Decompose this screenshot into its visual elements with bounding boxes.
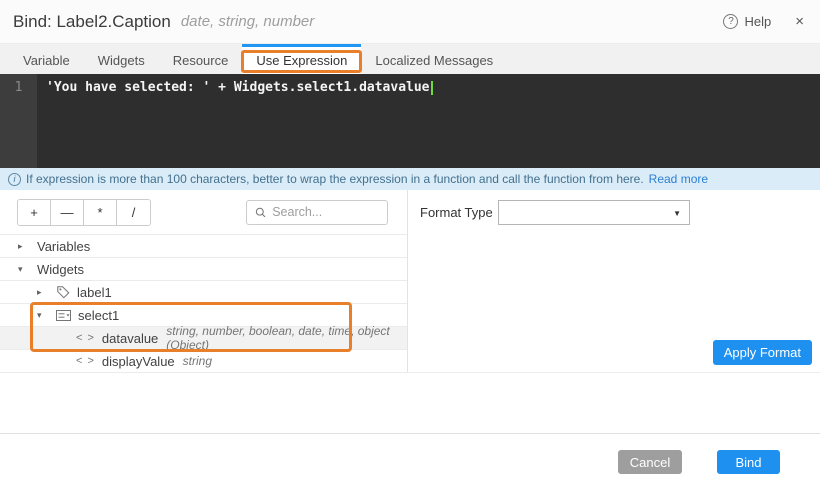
search-input[interactable] (272, 205, 379, 219)
code-line[interactable]: 'You have selected: ' + Widgets.select1.… (37, 74, 433, 168)
plus-operator-button[interactable]: + (18, 200, 51, 225)
select-widget-icon (56, 310, 71, 321)
tree-toolbar: + — * / (0, 190, 407, 234)
expression-editor[interactable]: 1 'You have selected: ' + Widgets.select… (0, 74, 820, 168)
page-title: Bind: Label2.Caption (13, 12, 171, 32)
dialog-header: Bind: Label2.Caption date, string, numbe… (0, 0, 820, 44)
caret-right-icon[interactable]: ▸ (18, 241, 30, 252)
tree-item-label: Variables (37, 239, 90, 254)
tree-item-displayvalue[interactable]: < > displayValue string (0, 350, 407, 373)
tree-item-variables[interactable]: ▸ Variables (0, 235, 407, 258)
help-label: Help (744, 14, 771, 29)
code-brackets-icon: < > (76, 355, 95, 367)
format-type-select[interactable]: ▼ (498, 200, 690, 225)
tab-localized-messages[interactable]: Localized Messages (361, 44, 507, 74)
apply-format-row: Apply Format (408, 340, 820, 372)
divide-operator-button[interactable]: / (117, 200, 150, 225)
format-panel: Format Type ▼ Apply Format (408, 190, 820, 372)
info-banner: i If expression is more than 100 charact… (0, 168, 820, 190)
tab-widgets[interactable]: Widgets (84, 44, 159, 74)
multiply-operator-button[interactable]: * (84, 200, 117, 225)
tree-item-datavalue[interactable]: < > datavalue string, number, boolean, d… (0, 327, 407, 350)
operator-button-group: + — * / (17, 199, 151, 226)
cancel-button[interactable]: Cancel (618, 450, 682, 474)
search-input-wrapper (246, 200, 388, 225)
tree-item-label: displayValue (102, 354, 175, 369)
bind-button[interactable]: Bind (717, 450, 780, 474)
tree-item-label: datavalue (102, 331, 158, 346)
help-icon: ? (723, 14, 738, 29)
apply-format-button[interactable]: Apply Format (713, 340, 812, 365)
tree-item-label1[interactable]: ▸ label1 (0, 281, 407, 304)
tree-item-label: label1 (77, 285, 112, 300)
caret-right-icon[interactable]: ▸ (37, 287, 49, 298)
binding-tree: ▸ Variables ▾ Widgets ▸ label1 (0, 234, 407, 373)
format-type-label: Format Type (420, 205, 498, 220)
info-message: If expression is more than 100 character… (26, 172, 644, 186)
bind-dialog: Bind: Label2.Caption date, string, numbe… (0, 0, 820, 490)
info-icon: i (8, 173, 21, 186)
close-icon[interactable]: × (795, 13, 804, 30)
minus-operator-button[interactable]: — (51, 200, 84, 225)
format-type-row: Format Type ▼ (408, 190, 820, 225)
line-number-gutter: 1 (0, 74, 37, 168)
expression-tree-panel: + — * / ▸ Variables (0, 190, 408, 372)
tree-item-type: string, number, boolean, date, time, obj… (166, 324, 407, 352)
expression-text: 'You have selected: ' + Widgets.select1.… (46, 80, 430, 95)
code-brackets-icon: < > (76, 332, 95, 344)
footer-buttons: Cancel Bind (618, 450, 780, 474)
footer-divider (0, 433, 820, 434)
tag-icon (56, 285, 70, 299)
type-hint: date, string, number (181, 13, 314, 30)
line-number: 1 (15, 80, 23, 95)
caret-down-icon[interactable]: ▾ (18, 264, 30, 275)
tab-bar: Variable Widgets Resource Use Expression… (0, 44, 820, 74)
workspace: + — * / ▸ Variables (0, 190, 820, 373)
read-more-link[interactable]: Read more (649, 172, 708, 186)
caret-down-icon[interactable]: ▾ (37, 310, 49, 321)
help-button[interactable]: ? Help (723, 14, 771, 29)
tree-item-label: select1 (78, 308, 119, 323)
tree-item-widgets[interactable]: ▾ Widgets (0, 258, 407, 281)
search-icon (255, 206, 266, 219)
dialog-footer: Cancel Bind (0, 373, 820, 490)
tree-item-label: Widgets (37, 262, 84, 277)
chevron-down-icon: ▼ (673, 209, 681, 218)
text-cursor (431, 81, 433, 95)
tab-variable[interactable]: Variable (9, 44, 84, 74)
tab-use-expression[interactable]: Use Expression (242, 44, 361, 74)
tab-resource[interactable]: Resource (159, 44, 243, 74)
tree-item-type: string (183, 354, 212, 368)
